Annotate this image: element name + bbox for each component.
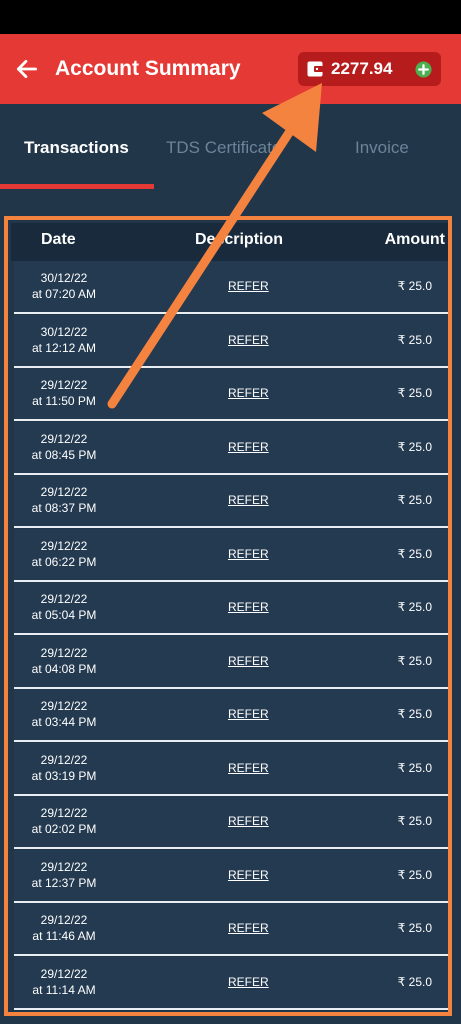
page-title: Account Summary: [55, 57, 241, 80]
active-tab-indicator: [0, 184, 154, 189]
tab-tds-certificate[interactable]: TDS Certificate: [166, 138, 281, 158]
add-money-icon[interactable]: [415, 61, 432, 78]
status-bar: [0, 0, 461, 34]
back-arrow-icon[interactable]: [14, 56, 40, 82]
highlight-box: [4, 216, 452, 1016]
app-header: Account Summary 2277.94: [0, 34, 461, 104]
wallet-amount: 2277.94: [331, 59, 393, 78]
tab-bar: Transactions TDS Certificate Invoice: [0, 104, 461, 192]
tab-invoice[interactable]: Invoice: [355, 138, 409, 158]
wallet-icon: [307, 61, 323, 77]
tab-transactions[interactable]: Transactions: [24, 138, 129, 158]
wallet-balance-button[interactable]: 2277.94: [298, 52, 441, 86]
